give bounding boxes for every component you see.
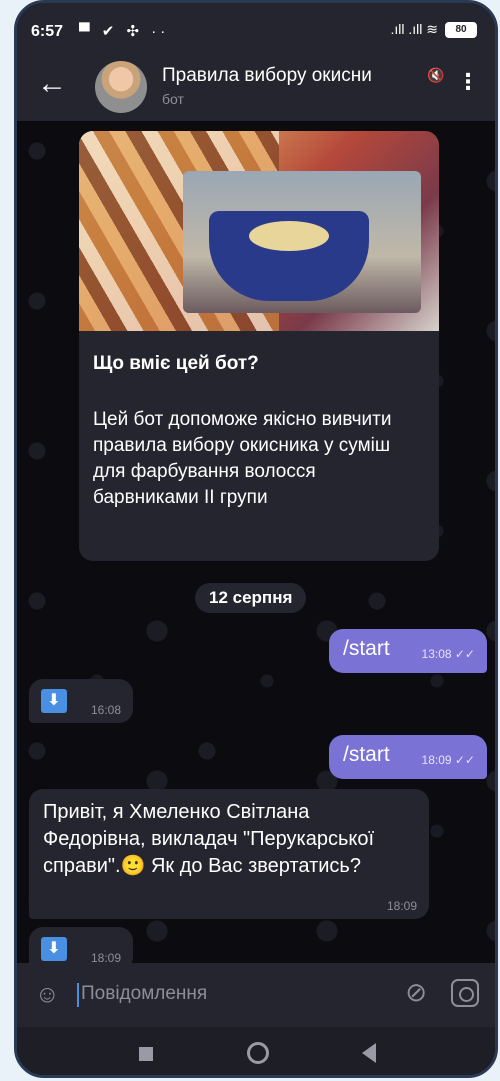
avatar[interactable]	[95, 61, 147, 113]
download-icon[interactable]: ⬇	[41, 689, 67, 713]
emoji-icon[interactable]: ☺	[35, 981, 60, 1009]
chat-header: ← Правила вибору окисни 🔇 бот ⋮	[17, 55, 495, 121]
card-image	[79, 131, 439, 331]
signal-icon: .ıll .ıll ≋	[390, 21, 438, 37]
battery-icon: 80	[445, 21, 477, 38]
chat-area[interactable]: Що вміє цей бот? Цей бот допоможе якісно…	[17, 121, 495, 971]
message-time: 13:08 ✓✓	[421, 647, 475, 661]
home-icon[interactable]	[247, 1042, 269, 1064]
incoming-file-message[interactable]: ⬇ 16:08	[29, 679, 133, 723]
status-notification-icons: ▀ ✔ ✣ ··	[79, 23, 170, 40]
download-icon[interactable]: ⬇	[41, 937, 67, 961]
system-nav-bar	[17, 1027, 495, 1075]
message-time: 16:08	[90, 703, 121, 717]
card-title: Що вміє цей бот?	[93, 353, 259, 374]
chat-subtitle: бот	[162, 91, 184, 107]
nav-back-icon[interactable]	[362, 1043, 376, 1063]
back-arrow-icon[interactable]: ←	[37, 69, 67, 99]
message-text: /start	[343, 743, 390, 766]
message-time: 18:09	[386, 899, 417, 913]
more-menu-icon[interactable]: ⋮	[457, 71, 479, 93]
message-text: Привіт, я Хмеленко Світлана Федорівна, в…	[43, 801, 375, 877]
card-text: Цей бот допоможе якісно вивчити правила …	[93, 409, 392, 508]
chat-title[interactable]: Правила вибору окисни	[162, 65, 432, 87]
status-time: 6:57	[31, 23, 64, 40]
hair-dye-bowl-photo	[183, 171, 421, 313]
phone-screen: 6:57 ▀ ✔ ✣ ·· .ıll .ıll ≋ 80 ← Правила в…	[14, 0, 498, 1078]
mute-icon: 🔇	[427, 67, 445, 83]
outgoing-message[interactable]: /start 13:08 ✓✓	[329, 629, 487, 673]
outgoing-message[interactable]: /start 18:09 ✓✓	[329, 735, 487, 779]
bot-intro-card: Що вміє цей бот? Цей бот допоможе якісно…	[79, 131, 439, 561]
date-separator: 12 серпня	[195, 583, 307, 613]
text-cursor	[77, 983, 79, 1007]
status-right-icons: .ıll .ıll ≋ 80	[390, 21, 477, 38]
message-time: 18:09 ✓✓	[421, 753, 475, 767]
attach-icon[interactable]: ⊘	[405, 977, 427, 1008]
recents-icon[interactable]	[139, 1047, 153, 1061]
message-text: /start	[343, 637, 390, 660]
message-input[interactable]: Повідомлення	[81, 983, 207, 1005]
bowl-content	[249, 221, 329, 251]
camera-icon[interactable]	[451, 979, 479, 1007]
status-bar: 6:57 ▀ ✔ ✣ ·· .ıll .ıll ≋ 80	[17, 3, 495, 55]
bowl-shape	[209, 211, 369, 301]
message-composer: ☺ Повідомлення ⊘	[17, 963, 495, 1027]
incoming-message[interactable]: Привіт, я Хмеленко Світлана Федорівна, в…	[29, 789, 429, 919]
